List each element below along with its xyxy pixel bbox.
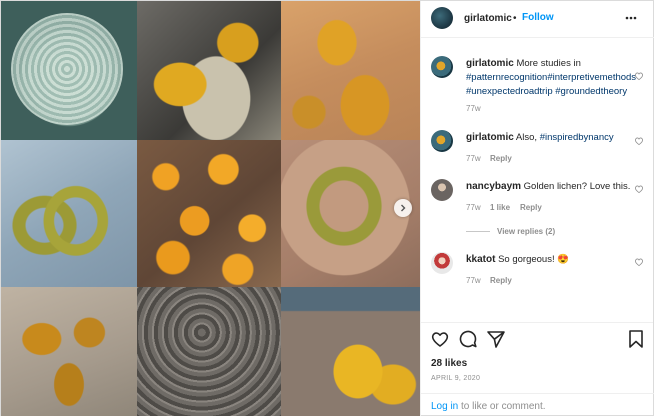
- view-replies-button[interactable]: View replies (2): [497, 227, 555, 236]
- more-options-button[interactable]: [624, 11, 638, 28]
- comment-age[interactable]: 77w: [466, 154, 481, 163]
- hashtag-link[interactable]: #patternrecognition: [466, 72, 547, 83]
- comment-age[interactable]: 77w: [466, 276, 481, 285]
- photo-tile: [137, 287, 281, 416]
- comment-username[interactable]: nancybaym: [466, 181, 521, 192]
- bookmark-icon[interactable]: [626, 329, 646, 349]
- comment-likes[interactable]: 1 like: [490, 203, 510, 212]
- heart-icon[interactable]: [634, 257, 644, 267]
- photo-tile: [1, 287, 137, 416]
- caption-age[interactable]: 77w: [466, 104, 481, 113]
- header-separator: •: [513, 13, 517, 24]
- photo-tile: [137, 140, 281, 287]
- heart-icon[interactable]: [634, 184, 644, 194]
- comment-text: Golden lichen? Love this.: [523, 181, 631, 192]
- photo-tile: [281, 1, 420, 140]
- photo-tile: [281, 287, 420, 416]
- login-prompt: Log in to like or comment.: [431, 401, 546, 412]
- post-media[interactable]: [1, 1, 420, 416]
- caption-username[interactable]: girlatomic: [466, 58, 514, 69]
- commenter-avatar[interactable]: [431, 252, 453, 274]
- photo-tile: [137, 1, 281, 140]
- login-link[interactable]: Log in: [431, 401, 458, 412]
- author-username[interactable]: girlatomic: [464, 13, 512, 24]
- comment-text: Also,: [515, 132, 538, 143]
- share-icon[interactable]: [486, 329, 506, 349]
- heart-icon[interactable]: [430, 329, 450, 349]
- follow-button[interactable]: Follow: [522, 12, 554, 23]
- likes-count[interactable]: 28 likes: [431, 358, 467, 369]
- reply-button[interactable]: Reply: [520, 203, 542, 212]
- reply-button[interactable]: Reply: [490, 154, 512, 163]
- comment-username[interactable]: kkatot: [466, 254, 495, 265]
- comment: nancybaym Golden lichen? Love this.: [466, 180, 630, 194]
- photo-tile: [1, 1, 137, 140]
- caption: girlatomic More studies in #patternrecog…: [466, 57, 652, 99]
- next-photo-button[interactable]: [394, 199, 412, 217]
- comment-age[interactable]: 77w: [466, 203, 481, 212]
- comment-icon[interactable]: [458, 329, 478, 349]
- login-prompt-text: to like or comment.: [461, 401, 546, 412]
- comment-text: So gorgeous!: [498, 254, 555, 265]
- post-date[interactable]: APRIL 9, 2020: [431, 375, 480, 382]
- comment: girlatomic Also, #inspiredbynancy: [466, 131, 614, 145]
- commenter-avatar[interactable]: [431, 179, 453, 201]
- heart-icon[interactable]: [634, 136, 644, 146]
- comment-username[interactable]: girlatomic: [466, 132, 514, 143]
- more-icon: [625, 16, 637, 20]
- commenter-avatar[interactable]: [431, 130, 453, 152]
- hashtag-link[interactable]: #interpretivemethods: [547, 72, 636, 83]
- heart-icon[interactable]: [634, 71, 644, 81]
- author-avatar[interactable]: [431, 56, 453, 78]
- chevron-right-icon: [401, 204, 406, 212]
- photo-tile: [1, 140, 137, 287]
- hashtag-link[interactable]: #inspiredbynancy: [540, 132, 614, 143]
- reply-button[interactable]: Reply: [490, 276, 512, 285]
- hashtag-link[interactable]: #groundedtheory: [555, 86, 627, 97]
- lichen-photo-grid: [1, 1, 420, 416]
- replies-divider: [466, 231, 490, 232]
- author-avatar[interactable]: [431, 7, 453, 29]
- caption-text: More studies in: [516, 58, 581, 69]
- comment: kkatot So gorgeous! 😍: [466, 253, 569, 267]
- hashtag-link[interactable]: #unexpectedroadtrip: [466, 86, 553, 97]
- emoji: 😍: [557, 254, 570, 265]
